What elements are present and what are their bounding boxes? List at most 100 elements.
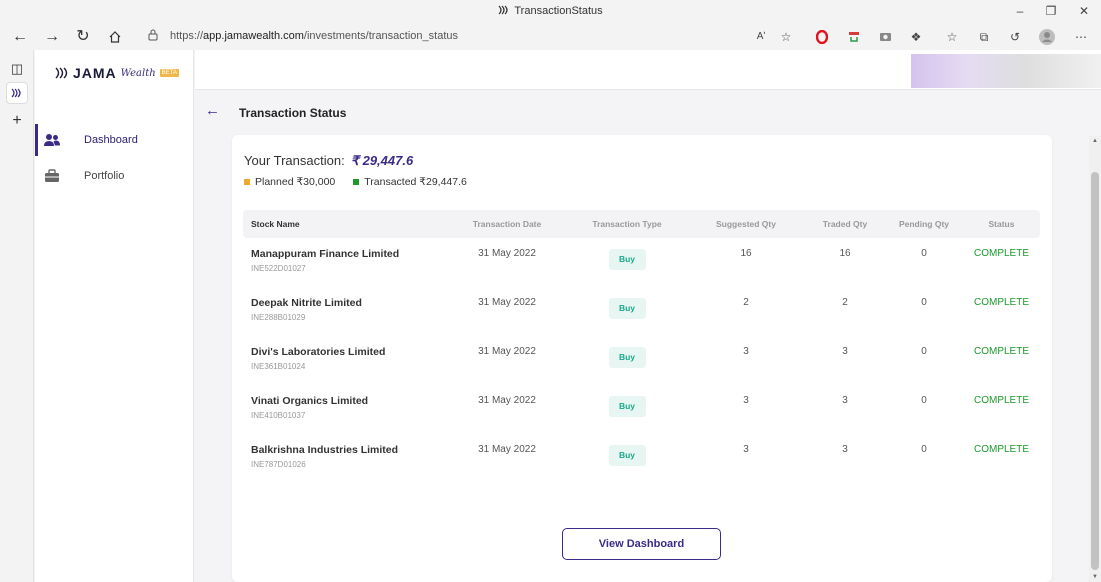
transaction-type-cell: Buy: [567, 395, 687, 417]
view-dashboard-button[interactable]: View Dashboard: [562, 528, 721, 560]
refresh-icon[interactable]: ↻: [72, 26, 94, 48]
column-header: Stock Name: [251, 219, 300, 229]
transaction-type-cell: Buy: [567, 248, 687, 270]
tab-actions-icon[interactable]: ◫: [6, 58, 28, 80]
transacted-dot-icon: [353, 179, 360, 185]
camera-icon[interactable]: [876, 28, 894, 46]
status-badge: COMPLETE: [973, 248, 1029, 259]
transaction-date: 31 May 2022: [478, 346, 536, 357]
back-icon[interactable]: ←: [9, 26, 31, 48]
stock-cell: Divi's Laboratories Limited INE361B01024: [243, 346, 447, 371]
user-profile-area[interactable]: [911, 54, 1101, 88]
app-root: JAMA Wealth BETA Dashboard Portfolio ← T…: [35, 50, 1101, 582]
legend-transacted: Transacted ₹29,447.6: [353, 176, 467, 188]
more-icon[interactable]: ⋯: [1072, 28, 1090, 46]
stock-name: Balkrishna Industries Limited: [251, 444, 399, 456]
stock-cell: Manappuram Finance Limited INE522D01027: [243, 248, 447, 273]
puzzle-icon[interactable]: ❖: [907, 28, 925, 46]
table-row: Balkrishna Industries Limited INE787D0102…: [243, 434, 1040, 483]
brand-sub: Wealth: [120, 67, 156, 79]
column-header: Pending Qty: [898, 219, 950, 229]
buy-chip: Buy: [608, 396, 646, 417]
pending-qty: 0: [921, 444, 927, 455]
sidebar-item-dashboard[interactable]: Dashboard: [35, 124, 194, 156]
transaction-date: 31 May 2022: [478, 297, 536, 308]
profile-icon[interactable]: [1038, 28, 1056, 46]
page-title: Transaction Status: [239, 106, 347, 120]
pending-qty: 0: [921, 395, 927, 406]
scroll-down-icon[interactable]: ▼: [1089, 574, 1101, 580]
read-aloud-icon[interactable]: Aʹ: [752, 28, 770, 46]
stock-isin: INE787D01026: [251, 460, 306, 469]
transaction-date: 31 May 2022: [478, 444, 536, 455]
stock-cell: Balkrishna Industries Limited INE787D0102…: [243, 444, 447, 469]
favorites-bar-icon[interactable]: ☆: [943, 28, 961, 46]
stock-isin: INE522D01027: [251, 264, 306, 273]
pending-qty: 0: [921, 297, 927, 308]
table-row: Divi's Laboratories Limited INE361B01024 3…: [243, 336, 1040, 385]
summary-label: Your Transaction:: [244, 153, 345, 168]
favorite-icon[interactable]: ☆: [777, 28, 795, 46]
traded-qty: 16: [839, 248, 851, 259]
suggested-qty: 3: [743, 395, 749, 406]
stock-name: Manappuram Finance Limited: [251, 248, 400, 260]
address-bar[interactable]: https://app.jamawealth.com/investments/t…: [138, 24, 806, 48]
users-icon: [44, 134, 60, 146]
stock-isin: INE410B01037: [251, 411, 306, 420]
scrollbar-thumb[interactable]: [1091, 172, 1099, 570]
brand-logo[interactable]: JAMA Wealth BETA: [55, 65, 179, 81]
history-icon[interactable]: ↺: [1006, 28, 1024, 46]
forward-icon[interactable]: →: [41, 26, 63, 48]
sidebar-item-label: Portfolio: [84, 170, 125, 182]
active-tab-favicon-icon[interactable]: [6, 82, 28, 104]
home-icon[interactable]: [104, 26, 126, 48]
transaction-summary: Your Transaction: ₹ 29,447.6: [244, 153, 413, 169]
new-tab-icon[interactable]: +: [6, 110, 28, 132]
table-row: Deepak Nitrite Limited INE288B01029 31 May…: [243, 287, 1040, 336]
column-header: Transaction Date: [472, 219, 542, 229]
table-body: Manappuram Finance Limited INE522D01027 31…: [243, 238, 1040, 483]
transaction-type-cell: Buy: [567, 297, 687, 319]
page-scrollbar[interactable]: ▲ ▼: [1089, 136, 1101, 582]
traded-qty: 3: [842, 444, 848, 455]
planned-dot-icon: [244, 179, 250, 185]
opera-icon[interactable]: [813, 28, 831, 46]
transaction-date: 31 May 2022: [478, 395, 536, 406]
tab-favicon-icon: [498, 5, 508, 15]
url-prefix: https://: [170, 30, 204, 42]
transaction-type-cell: Buy: [567, 444, 687, 466]
collections-icon[interactable]: ⧉: [975, 28, 993, 46]
legend-planned-label: Planned ₹30,000: [255, 176, 336, 188]
buy-chip: Buy: [608, 249, 646, 270]
stock-cell: Vinati Organics Limited INE410B01037: [243, 395, 447, 420]
briefcase-icon: [45, 169, 59, 182]
suggested-qty: 3: [743, 444, 749, 455]
pending-qty: 0: [921, 248, 927, 259]
status-badge: COMPLETE: [973, 444, 1029, 455]
transactions-table: Stock Name Transaction Date Transaction …: [243, 210, 1040, 483]
sidebar-item-label: Dashboard: [84, 134, 138, 146]
extension-icon[interactable]: [845, 28, 863, 46]
buy-chip: Buy: [608, 298, 646, 319]
transaction-card: Your Transaction: ₹ 29,447.6 Planned ₹30,…: [232, 135, 1052, 582]
summary-amount: ₹ 29,447.6: [350, 153, 414, 168]
sidebar: JAMA Wealth BETA Dashboard Portfolio: [35, 50, 194, 582]
stock-isin: INE361B01024: [251, 362, 306, 371]
suggested-qty: 3: [743, 346, 749, 357]
stock-name: Deepak Nitrite Limited: [251, 297, 362, 309]
scroll-up-icon[interactable]: ▲: [1089, 138, 1101, 144]
jama-logo-icon: [55, 67, 68, 79]
transaction-date: 31 May 2022: [478, 248, 536, 259]
beta-badge: BETA: [159, 69, 179, 77]
url-text: https://app.jamawealth.com/investments/t…: [170, 30, 458, 42]
browser-toolbar: ← → ↻ https://app.jamawealth.com/investm…: [0, 22, 1101, 50]
url-host: app.jamawealth.com: [203, 30, 304, 42]
sidebar-item-portfolio[interactable]: Portfolio: [35, 160, 194, 192]
buy-chip: Buy: [608, 347, 646, 368]
column-header: Transaction Type: [592, 219, 662, 229]
minimize-icon[interactable]: –: [1011, 3, 1029, 19]
back-arrow-icon[interactable]: ←: [205, 103, 221, 119]
maximize-icon[interactable]: ❐: [1042, 3, 1060, 19]
column-header: Suggested Qty: [716, 219, 776, 229]
close-icon[interactable]: ✕: [1075, 3, 1093, 19]
